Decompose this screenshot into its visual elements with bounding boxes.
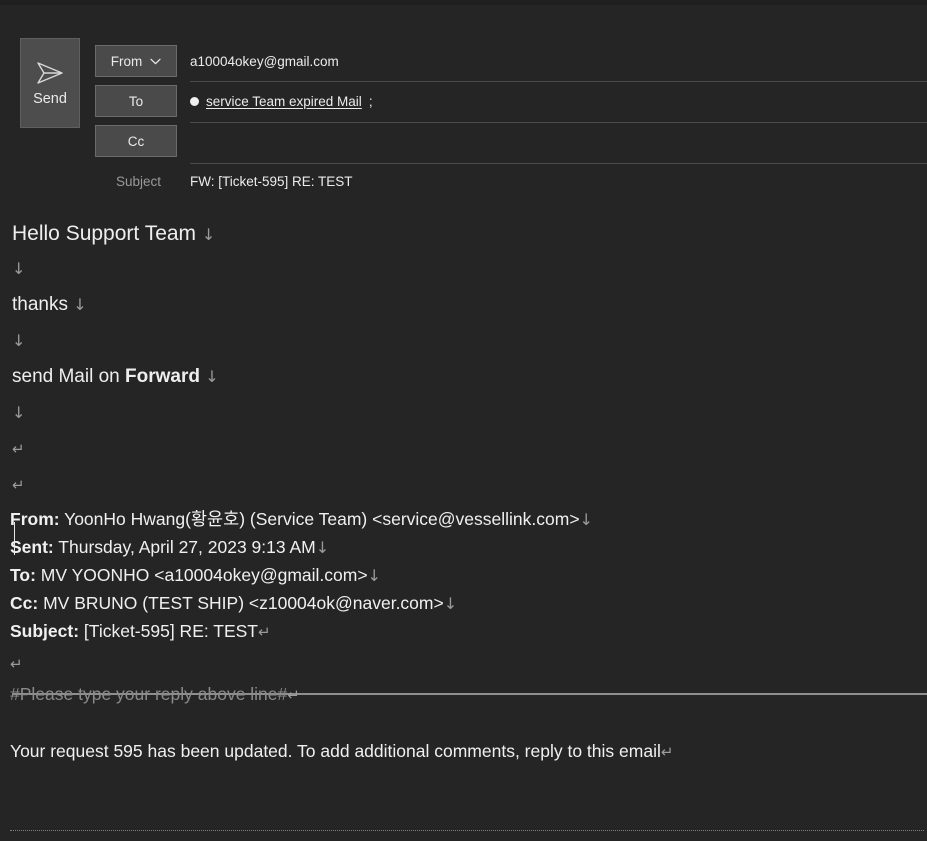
from-field-divider <box>190 81 927 82</box>
quoted-sent-label: Sent: <box>10 537 54 557</box>
quoted-to-label: To: <box>10 565 36 585</box>
line-break-mark: ↓ <box>12 259 26 278</box>
body-line-thanks: thanks ↓ <box>12 295 87 314</box>
send-button-label: Send <box>33 90 67 107</box>
body-line-blank-3: ↓ <box>12 403 25 422</box>
ticket-update-message-text: Your request 595 has been updated. To ad… <box>10 741 661 761</box>
cc-field-divider <box>190 163 927 164</box>
quoted-blank-line: ↵ <box>10 655 23 673</box>
message-body[interactable]: Hello Support Team ↓ ↓ thanks ↓ ↓ send M… <box>0 197 927 841</box>
cc-field-button[interactable]: Cc <box>95 125 177 157</box>
from-address-text: a10004okey@gmail.com <box>190 54 339 69</box>
quoted-from-label: From: <box>10 509 60 529</box>
line-break-mark: ↓ <box>12 331 26 350</box>
to-recipient-chip[interactable]: service Team expired Mail <box>206 94 362 109</box>
cc-button-label: Cc <box>127 133 145 149</box>
body-line-forward-bold: Forward <box>125 366 200 387</box>
body-line-blank-4: ↵ <box>12 439 25 458</box>
quoted-from-value: YoonHo Hwang(황윤호) (Service Team) <servic… <box>64 509 580 529</box>
quoted-from-line: From: YoonHo Hwang(황윤호) (Service Team) <… <box>10 509 593 529</box>
quoted-to-value: MV YOONHO <a10004okey@gmail.com> <box>40 565 368 585</box>
line-break-mark: ↓ <box>12 403 26 422</box>
carriage-return-mark: ↵ <box>12 476 25 494</box>
quoted-subject-line: Subject: [Ticket-595] RE: TEST↵ <box>10 621 271 641</box>
to-button-label: To <box>128 93 144 109</box>
carriage-return-mark: ↵ <box>258 623 271 641</box>
quoted-sent-line: Sent: Thursday, April 27, 2023 9:13 AM↓ <box>10 537 330 557</box>
quoted-cc-label: Cc: <box>10 593 39 613</box>
quoted-sent-value: Thursday, April 27, 2023 9:13 AM <box>58 537 316 557</box>
line-break-mark: ↓ <box>443 594 458 613</box>
line-break-mark: ↓ <box>73 295 87 314</box>
quoted-to-line: To: MV YOONHO <a10004okey@gmail.com>↓ <box>10 565 381 585</box>
quoted-subject-value: [Ticket-595] RE: TEST <box>83 621 258 641</box>
to-field-divider <box>190 122 927 123</box>
send-button[interactable]: Send <box>20 38 80 128</box>
presence-dot-icon <box>190 97 199 106</box>
body-line-blank-1: ↓ <box>12 259 25 278</box>
line-break-mark: ↓ <box>367 566 381 585</box>
quoted-cc-line: Cc: MV BRUNO (TEST SHIP) <z10004ok@naver… <box>10 593 458 613</box>
body-line-forward: send Mail on Forward ↓ <box>12 367 219 386</box>
carriage-return-mark: ↵ <box>287 686 300 704</box>
line-break-mark: ↓ <box>205 367 219 386</box>
paper-plane-icon <box>37 62 63 84</box>
from-input[interactable]: a10004okey@gmail.com <box>190 54 339 69</box>
ticket-update-message: Your request 595 has been updated. To ad… <box>10 741 674 761</box>
compose-header: Send From To Cc a10004okey@gmail.com ser… <box>0 5 927 202</box>
carriage-return-mark: ↵ <box>10 655 23 673</box>
to-field-button[interactable]: To <box>95 85 177 117</box>
to-recipient-separator: ; <box>368 94 373 109</box>
mail-compose-window: Send From To Cc a10004okey@gmail.com ser… <box>0 0 927 841</box>
line-break-mark: ↓ <box>315 538 330 557</box>
subject-label: Subject <box>116 174 162 189</box>
reply-above-notice: #Please type your reply above line#↵ <box>10 684 300 704</box>
body-line-blank-5: ↵ <box>12 475 25 494</box>
body-line-forward-text: send Mail on <box>12 366 126 387</box>
quoted-subject-label: Subject: <box>10 621 80 641</box>
reply-above-notice-text: #Please type your reply above line# <box>10 684 288 704</box>
quoted-cc-value: MV BRUNO (TEST SHIP) <z10004ok@naver.com… <box>43 593 444 613</box>
footer-dotted-divider <box>10 830 924 831</box>
body-line-greeting: Hello Support Team ↓ <box>12 223 215 244</box>
line-break-mark: ↓ <box>579 510 593 529</box>
carriage-return-mark: ↵ <box>660 743 674 761</box>
subject-input[interactable]: FW: [Ticket-595] RE: TEST <box>190 174 353 189</box>
chevron-down-icon <box>150 58 161 64</box>
body-line-greeting-text: Hello Support Team <box>12 222 197 245</box>
from-button-label: From <box>110 53 143 69</box>
to-input[interactable]: service Team expired Mail ; <box>190 94 373 109</box>
body-line-thanks-text: thanks <box>12 294 68 315</box>
body-line-blank-2: ↓ <box>12 331 25 350</box>
from-field-button[interactable]: From <box>95 45 177 77</box>
carriage-return-mark: ↵ <box>12 440 25 458</box>
line-break-mark: ↓ <box>201 225 216 244</box>
